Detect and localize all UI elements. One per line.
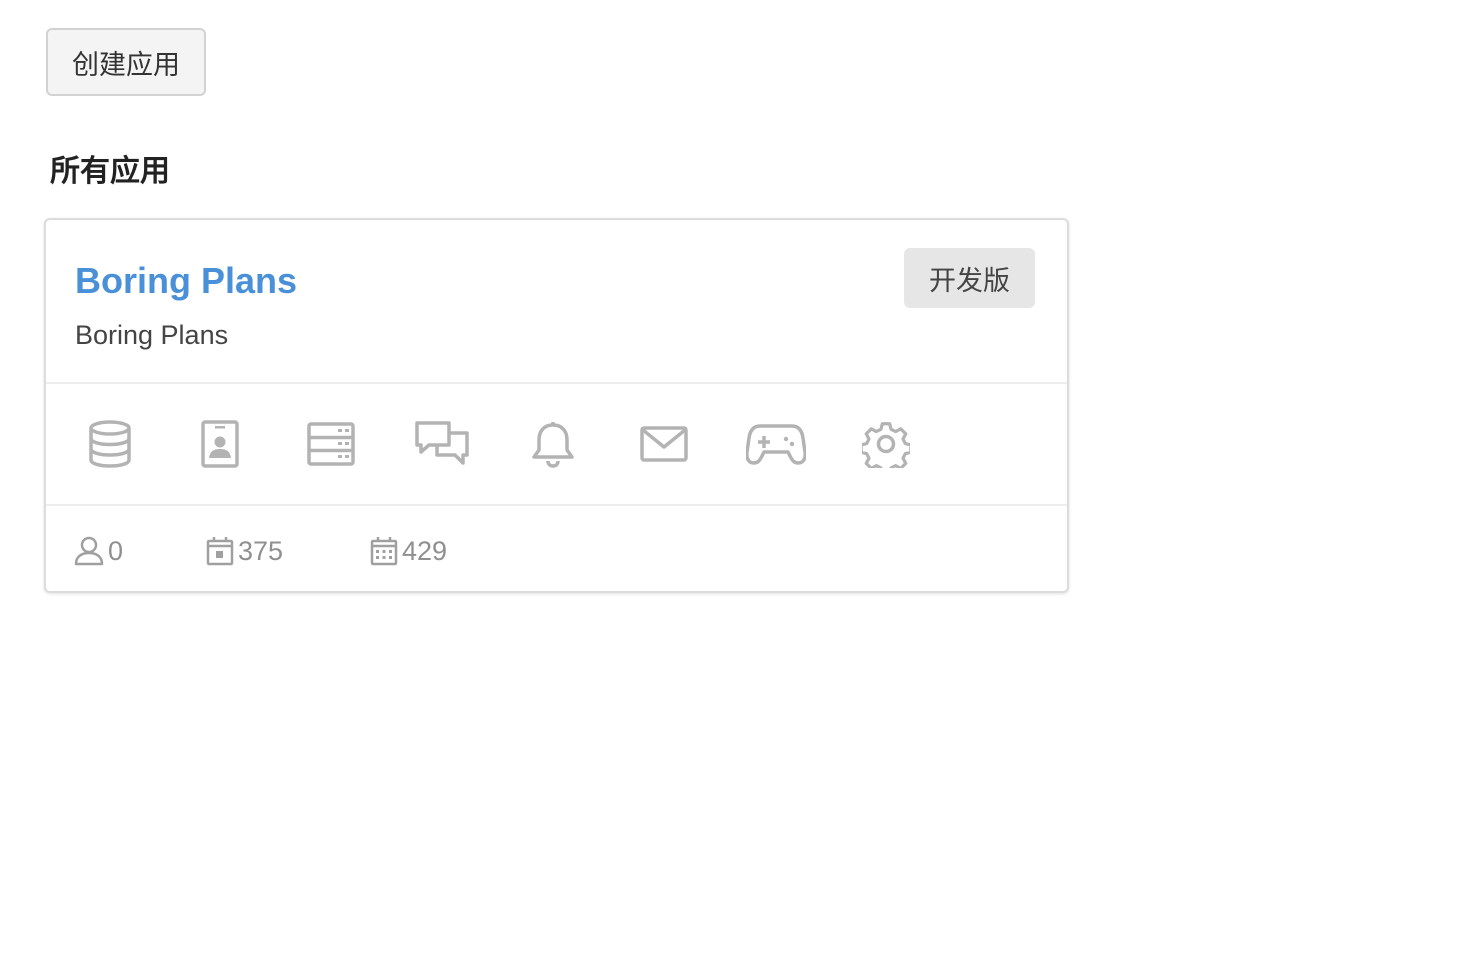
database-icon[interactable] [80, 416, 140, 472]
app-card: Boring Plans Boring Plans 开发版 0 375 429 [44, 218, 1069, 593]
app-stats-row: 0 375 429 [46, 506, 1067, 593]
app-card-header: Boring Plans Boring Plans 开发版 [46, 220, 1067, 384]
section-title-all-apps: 所有应用 [50, 154, 170, 189]
service-icon-row [46, 384, 1067, 506]
stat-users-value: 0 [108, 535, 124, 566]
stat-monthly-value: 429 [402, 535, 448, 566]
app-description: Boring Plans [75, 320, 229, 350]
gamepad-icon[interactable] [746, 416, 806, 472]
app-name-link[interactable]: Boring Plans [75, 260, 297, 302]
stat-daily-value: 375 [238, 535, 284, 566]
user-icon [74, 536, 104, 566]
bell-icon[interactable] [523, 416, 583, 472]
stat-users: 0 [74, 534, 123, 568]
envelope-icon[interactable] [634, 416, 694, 472]
calendar-day-icon [206, 537, 234, 566]
calendar-month-icon [370, 537, 398, 566]
chat-bubbles-icon[interactable] [412, 416, 472, 472]
stat-daily: 375 [206, 534, 283, 568]
version-badge: 开发版 [904, 248, 1035, 308]
create-app-button[interactable]: 创建应用 [46, 28, 206, 96]
contact-card-icon[interactable] [190, 416, 250, 472]
gear-icon[interactable] [856, 416, 916, 472]
stat-monthly: 429 [370, 534, 447, 568]
server-icon[interactable] [301, 416, 361, 472]
